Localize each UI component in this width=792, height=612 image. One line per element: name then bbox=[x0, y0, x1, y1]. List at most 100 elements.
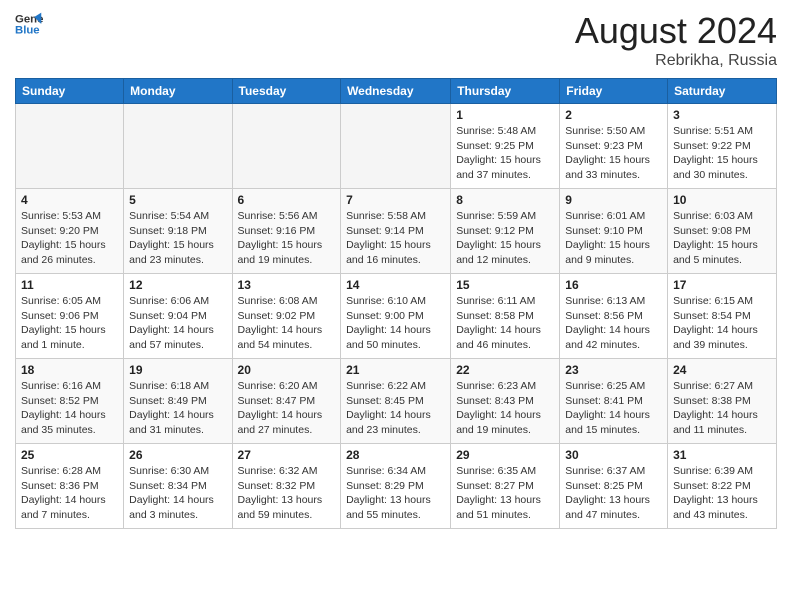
day-number: 8 bbox=[456, 193, 554, 207]
location: Rebrikha, Russia bbox=[575, 52, 777, 70]
day-detail: Sunrise: 6:37 AM Sunset: 8:25 PM Dayligh… bbox=[565, 464, 662, 523]
day-number: 16 bbox=[565, 278, 662, 292]
logo-icon: General Blue bbox=[15, 10, 43, 38]
day-detail: Sunrise: 6:32 AM Sunset: 8:32 PM Dayligh… bbox=[238, 464, 336, 523]
calendar-cell: 4 Sunrise: 5:53 AM Sunset: 9:20 PM Daylig… bbox=[16, 189, 124, 274]
weekday-header-thursday: Thursday bbox=[451, 79, 560, 104]
calendar-cell: 25 Sunrise: 6:28 AM Sunset: 8:36 PM Dayli… bbox=[16, 444, 124, 529]
day-detail: Sunrise: 6:23 AM Sunset: 8:43 PM Dayligh… bbox=[456, 379, 554, 438]
day-number: 23 bbox=[565, 363, 662, 377]
day-detail: Sunrise: 5:48 AM Sunset: 9:25 PM Dayligh… bbox=[456, 124, 554, 183]
day-number: 2 bbox=[565, 108, 662, 122]
day-number: 25 bbox=[21, 448, 118, 462]
day-detail: Sunrise: 6:22 AM Sunset: 8:45 PM Dayligh… bbox=[346, 379, 445, 438]
weekday-header-friday: Friday bbox=[560, 79, 668, 104]
calendar-cell: 23 Sunrise: 6:25 AM Sunset: 8:41 PM Dayli… bbox=[560, 359, 668, 444]
day-detail: Sunrise: 6:01 AM Sunset: 9:10 PM Dayligh… bbox=[565, 209, 662, 268]
calendar-cell: 9Sunrise: 6:01 AM Sunset: 9:10 PM Daylig… bbox=[560, 189, 668, 274]
day-number: 1 bbox=[456, 108, 554, 122]
day-detail: Sunrise: 6:35 AM Sunset: 8:27 PM Dayligh… bbox=[456, 464, 554, 523]
day-number: 18 bbox=[21, 363, 118, 377]
calendar-cell: 12Sunrise: 6:06 AM Sunset: 9:04 PM Dayli… bbox=[124, 274, 232, 359]
day-detail: Sunrise: 5:51 AM Sunset: 9:22 PM Dayligh… bbox=[673, 124, 771, 183]
calendar-cell: 14 Sunrise: 6:10 AM Sunset: 9:00 PM Dayli… bbox=[341, 274, 451, 359]
day-number: 5 bbox=[129, 193, 226, 207]
day-detail: Sunrise: 6:13 AM Sunset: 8:56 PM Dayligh… bbox=[565, 294, 662, 353]
calendar-cell: 1 Sunrise: 5:48 AM Sunset: 9:25 PM Daylig… bbox=[451, 104, 560, 189]
calendar-cell: 3 Sunrise: 5:51 AM Sunset: 9:22 PM Daylig… bbox=[668, 104, 777, 189]
day-number: 13 bbox=[238, 278, 336, 292]
calendar-cell bbox=[124, 104, 232, 189]
calendar-cell bbox=[232, 104, 341, 189]
day-number: 3 bbox=[673, 108, 771, 122]
day-number: 7 bbox=[346, 193, 445, 207]
day-number: 6 bbox=[238, 193, 336, 207]
calendar-cell: 28Sunrise: 6:34 AM Sunset: 8:29 PM Dayli… bbox=[341, 444, 451, 529]
calendar-cell: 20Sunrise: 6:20 AM Sunset: 8:47 PM Dayli… bbox=[232, 359, 341, 444]
weekday-header-saturday: Saturday bbox=[668, 79, 777, 104]
weekday-header-tuesday: Tuesday bbox=[232, 79, 341, 104]
calendar-cell: 19Sunrise: 6:18 AM Sunset: 8:49 PM Dayli… bbox=[124, 359, 232, 444]
day-detail: Sunrise: 5:53 AM Sunset: 9:20 PM Dayligh… bbox=[21, 209, 118, 268]
day-detail: Sunrise: 6:10 AM Sunset: 9:00 PM Dayligh… bbox=[346, 294, 445, 353]
day-detail: Sunrise: 6:28 AM Sunset: 8:36 PM Dayligh… bbox=[21, 464, 118, 523]
calendar-cell: 16 Sunrise: 6:13 AM Sunset: 8:56 PM Dayli… bbox=[560, 274, 668, 359]
calendar-cell: 5 Sunrise: 5:54 AM Sunset: 9:18 PM Daylig… bbox=[124, 189, 232, 274]
logo: General Blue bbox=[15, 10, 43, 38]
day-detail: Sunrise: 6:25 AM Sunset: 8:41 PM Dayligh… bbox=[565, 379, 662, 438]
day-detail: Sunrise: 5:54 AM Sunset: 9:18 PM Dayligh… bbox=[129, 209, 226, 268]
day-number: 19 bbox=[129, 363, 226, 377]
calendar-cell: 17 Sunrise: 6:15 AM Sunset: 8:54 PM Dayli… bbox=[668, 274, 777, 359]
week-row-4: 18 Sunrise: 6:16 AM Sunset: 8:52 PM Dayli… bbox=[16, 359, 777, 444]
calendar-cell: 15 Sunrise: 6:11 AM Sunset: 8:58 PM Dayli… bbox=[451, 274, 560, 359]
month-title: August 2024 bbox=[575, 10, 777, 52]
calendar-cell: 24 Sunrise: 6:27 AM Sunset: 8:38 PM Dayli… bbox=[668, 359, 777, 444]
calendar-cell bbox=[16, 104, 124, 189]
day-detail: Sunrise: 6:08 AM Sunset: 9:02 PM Dayligh… bbox=[238, 294, 336, 353]
day-detail: Sunrise: 6:27 AM Sunset: 8:38 PM Dayligh… bbox=[673, 379, 771, 438]
day-detail: Sunrise: 5:59 AM Sunset: 9:12 PM Dayligh… bbox=[456, 209, 554, 268]
calendar-cell: 26 Sunrise: 6:30 AM Sunset: 8:34 PM Dayli… bbox=[124, 444, 232, 529]
day-detail: Sunrise: 6:15 AM Sunset: 8:54 PM Dayligh… bbox=[673, 294, 771, 353]
day-detail: Sunrise: 6:20 AM Sunset: 8:47 PM Dayligh… bbox=[238, 379, 336, 438]
weekday-header-wednesday: Wednesday bbox=[341, 79, 451, 104]
calendar-cell: 7 Sunrise: 5:58 AM Sunset: 9:14 PM Daylig… bbox=[341, 189, 451, 274]
day-number: 21 bbox=[346, 363, 445, 377]
day-number: 11 bbox=[21, 278, 118, 292]
week-row-3: 11 Sunrise: 6:05 AM Sunset: 9:06 PM Dayli… bbox=[16, 274, 777, 359]
calendar-cell: 6Sunrise: 5:56 AM Sunset: 9:16 PM Daylig… bbox=[232, 189, 341, 274]
day-number: 28 bbox=[346, 448, 445, 462]
calendar-table: SundayMondayTuesdayWednesdayThursdayFrid… bbox=[15, 78, 777, 529]
day-number: 26 bbox=[129, 448, 226, 462]
week-row-5: 25 Sunrise: 6:28 AM Sunset: 8:36 PM Dayli… bbox=[16, 444, 777, 529]
day-number: 12 bbox=[129, 278, 226, 292]
day-detail: Sunrise: 6:11 AM Sunset: 8:58 PM Dayligh… bbox=[456, 294, 554, 353]
day-number: 14 bbox=[346, 278, 445, 292]
day-detail: Sunrise: 6:05 AM Sunset: 9:06 PM Dayligh… bbox=[21, 294, 118, 353]
calendar-cell: 31Sunrise: 6:39 AM Sunset: 8:22 PM Dayli… bbox=[668, 444, 777, 529]
day-number: 24 bbox=[673, 363, 771, 377]
day-number: 4 bbox=[21, 193, 118, 207]
calendar-cell: 2 Sunrise: 5:50 AM Sunset: 9:23 PM Daylig… bbox=[560, 104, 668, 189]
title-block: August 2024 Rebrikha, Russia bbox=[575, 10, 777, 70]
calendar-cell: 13 Sunrise: 6:08 AM Sunset: 9:02 PM Dayli… bbox=[232, 274, 341, 359]
day-detail: Sunrise: 6:30 AM Sunset: 8:34 PM Dayligh… bbox=[129, 464, 226, 523]
calendar-cell: 30Sunrise: 6:37 AM Sunset: 8:25 PM Dayli… bbox=[560, 444, 668, 529]
week-row-1: 1 Sunrise: 5:48 AM Sunset: 9:25 PM Daylig… bbox=[16, 104, 777, 189]
day-number: 15 bbox=[456, 278, 554, 292]
day-detail: Sunrise: 5:58 AM Sunset: 9:14 PM Dayligh… bbox=[346, 209, 445, 268]
calendar-cell: 21 Sunrise: 6:22 AM Sunset: 8:45 PM Dayli… bbox=[341, 359, 451, 444]
day-detail: Sunrise: 6:16 AM Sunset: 8:52 PM Dayligh… bbox=[21, 379, 118, 438]
week-row-2: 4 Sunrise: 5:53 AM Sunset: 9:20 PM Daylig… bbox=[16, 189, 777, 274]
day-detail: Sunrise: 5:50 AM Sunset: 9:23 PM Dayligh… bbox=[565, 124, 662, 183]
day-number: 27 bbox=[238, 448, 336, 462]
day-detail: Sunrise: 6:03 AM Sunset: 9:08 PM Dayligh… bbox=[673, 209, 771, 268]
weekday-header-row: SundayMondayTuesdayWednesdayThursdayFrid… bbox=[16, 79, 777, 104]
day-number: 31 bbox=[673, 448, 771, 462]
calendar-cell: 18 Sunrise: 6:16 AM Sunset: 8:52 PM Dayli… bbox=[16, 359, 124, 444]
day-number: 10 bbox=[673, 193, 771, 207]
day-number: 29 bbox=[456, 448, 554, 462]
day-number: 17 bbox=[673, 278, 771, 292]
calendar-cell: 27 Sunrise: 6:32 AM Sunset: 8:32 PM Dayli… bbox=[232, 444, 341, 529]
page-header: General Blue August 2024 Rebrikha, Russi… bbox=[15, 10, 777, 70]
